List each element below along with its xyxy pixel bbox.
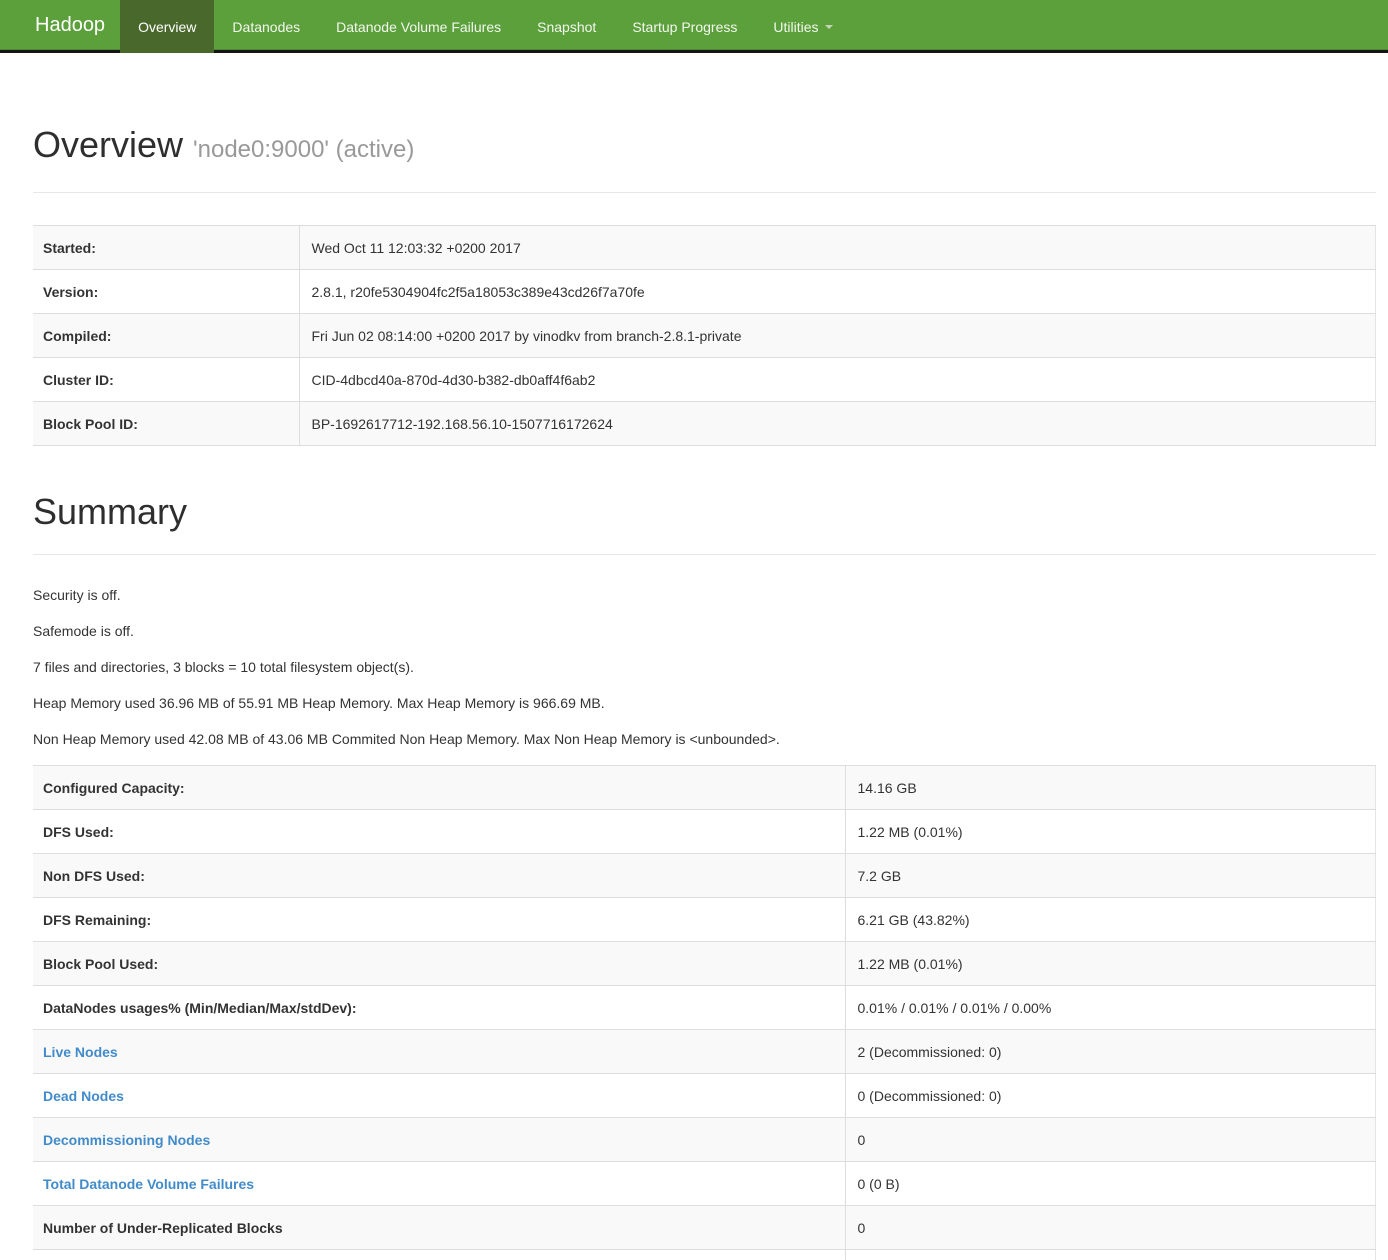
row-live-nodes-value: 2 (Decommissioned: 0) <box>845 1030 1376 1074</box>
row-started: Started: Wed Oct 11 12:03:32 +0200 2017 <box>33 226 1376 270</box>
row-compiled-label: Compiled: <box>33 314 299 358</box>
nav-item-datanode-volume-failures-label: Datanode Volume Failures <box>336 2 501 52</box>
row-block-pool-used: Block Pool Used: 1.22 MB (0.01%) <box>33 942 1376 986</box>
row-started-value: Wed Oct 11 12:03:32 +0200 2017 <box>299 226 1376 270</box>
nav-item-overview-label: Overview <box>138 2 196 52</box>
row-block-pool-id-label: Block Pool ID: <box>33 402 299 446</box>
row-compiled-value: Fri Jun 02 08:14:00 +0200 2017 by vinodk… <box>299 314 1376 358</box>
row-configured-capacity: Configured Capacity: 14.16 GB <box>33 766 1376 810</box>
summary-stats-table: Configured Capacity: 14.16 GB DFS Used: … <box>33 765 1376 1260</box>
nav-item-utilities-label: Utilities <box>773 2 818 52</box>
overview-header: Overview 'node0:9000' (active) <box>33 125 1376 193</box>
row-cluster-id-label: Cluster ID: <box>33 358 299 402</box>
filesystem-objects-text: 7 files and directories, 3 blocks = 10 t… <box>33 657 1376 677</box>
nav-item-startup-progress-label: Startup Progress <box>632 2 737 52</box>
nav-item-datanodes-label: Datanodes <box>232 2 300 52</box>
row-dead-nodes-value: 0 (Decommissioned: 0) <box>845 1074 1376 1118</box>
row-cluster-id-value: CID-4dbcd40a-870d-4d30-b382-db0aff4f6ab2 <box>299 358 1376 402</box>
row-decommissioning-nodes: Decommissioning Nodes 0 <box>33 1118 1376 1162</box>
navbar-menu: Overview Datanodes Datanode Volume Failu… <box>120 0 850 50</box>
row-dfs-remaining-value: 6.21 GB (43.82%) <box>845 898 1376 942</box>
row-live-nodes: Live Nodes 2 (Decommissioned: 0) <box>33 1030 1376 1074</box>
navbar: Hadoop Overview Datanodes Datanode Volum… <box>0 0 1388 53</box>
row-datanode-usages: DataNodes usages% (Min/Median/Max/stdDev… <box>33 986 1376 1030</box>
row-block-pool-id-value: BP-1692617712-192.168.56.10-150771617262… <box>299 402 1376 446</box>
row-non-dfs-used-value: 7.2 GB <box>845 854 1376 898</box>
row-block-pool-id: Block Pool ID: BP-1692617712-192.168.56.… <box>33 402 1376 446</box>
overview-info-table: Started: Wed Oct 11 12:03:32 +0200 2017 … <box>33 225 1376 446</box>
row-dfs-remaining: DFS Remaining: 6.21 GB (43.82%) <box>33 898 1376 942</box>
heap-memory-text: Heap Memory used 36.96 MB of 55.91 MB He… <box>33 693 1376 713</box>
row-configured-capacity-label: Configured Capacity: <box>33 766 845 810</box>
row-version-value: 2.8.1, r20fe5304904fc2f5a18053c389e43cd2… <box>299 270 1376 314</box>
row-blocks-pending-deletion-label: Number of Blocks Pending Deletion <box>33 1250 845 1260</box>
row-under-replicated-blocks-value: 0 <box>845 1206 1376 1250</box>
row-non-dfs-used-label: Non DFS Used: <box>33 854 845 898</box>
row-dfs-remaining-label: DFS Remaining: <box>33 898 845 942</box>
page-content: Overview 'node0:9000' (active) Started: … <box>33 125 1376 1260</box>
row-volume-failures: Total Datanode Volume Failures 0 (0 B) <box>33 1162 1376 1206</box>
total-datanode-volume-failures-link[interactable]: Total Datanode Volume Failures <box>43 1176 254 1192</box>
row-non-dfs-used: Non DFS Used: 7.2 GB <box>33 854 1376 898</box>
nav-item-snapshot[interactable]: Snapshot <box>519 0 614 53</box>
nav-item-snapshot-label: Snapshot <box>537 2 596 52</box>
live-nodes-link[interactable]: Live Nodes <box>43 1044 118 1060</box>
overview-title: Overview 'node0:9000' (active) <box>33 125 1376 170</box>
dead-nodes-link[interactable]: Dead Nodes <box>43 1088 124 1104</box>
row-dead-nodes: Dead Nodes 0 (Decommissioned: 0) <box>33 1074 1376 1118</box>
nav-item-datanode-volume-failures[interactable]: Datanode Volume Failures <box>318 0 519 53</box>
row-version: Version: 2.8.1, r20fe5304904fc2f5a18053c… <box>33 270 1376 314</box>
row-version-label: Version: <box>33 270 299 314</box>
decommissioning-nodes-link[interactable]: Decommissioning Nodes <box>43 1132 210 1148</box>
security-status-text: Security is off. <box>33 585 1376 605</box>
nav-item-datanodes[interactable]: Datanodes <box>214 0 318 53</box>
row-dfs-used-value: 1.22 MB (0.01%) <box>845 810 1376 854</box>
summary-header: Summary <box>33 492 1376 555</box>
non-heap-memory-text: Non Heap Memory used 42.08 MB of 43.06 M… <box>33 729 1376 749</box>
row-volume-failures-value: 0 (0 B) <box>845 1162 1376 1206</box>
safemode-status-text: Safemode is off. <box>33 621 1376 641</box>
chevron-down-icon <box>825 25 833 29</box>
nav-item-utilities[interactable]: Utilities <box>755 0 850 53</box>
nav-item-overview[interactable]: Overview <box>120 0 214 53</box>
navbar-brand[interactable]: Hadoop <box>20 0 120 50</box>
row-under-replicated-blocks: Number of Under-Replicated Blocks 0 <box>33 1206 1376 1250</box>
nav-item-startup-progress[interactable]: Startup Progress <box>614 0 755 53</box>
overview-subtitle: 'node0:9000' (active) <box>193 136 414 163</box>
summary-notes: Security is off. Safemode is off. 7 file… <box>33 585 1376 749</box>
row-under-replicated-blocks-label: Number of Under-Replicated Blocks <box>33 1206 845 1250</box>
row-started-label: Started: <box>33 226 299 270</box>
row-decommissioning-nodes-value: 0 <box>845 1118 1376 1162</box>
row-dfs-used-label: DFS Used: <box>33 810 845 854</box>
overview-title-text: Overview <box>33 124 183 165</box>
row-cluster-id: Cluster ID: CID-4dbcd40a-870d-4d30-b382-… <box>33 358 1376 402</box>
row-dfs-used: DFS Used: 1.22 MB (0.01%) <box>33 810 1376 854</box>
row-block-pool-used-value: 1.22 MB (0.01%) <box>845 942 1376 986</box>
row-blocks-pending-deletion-value: 0 <box>845 1250 1376 1260</box>
row-datanode-usages-value: 0.01% / 0.01% / 0.01% / 0.00% <box>845 986 1376 1030</box>
row-datanode-usages-label: DataNodes usages% (Min/Median/Max/stdDev… <box>33 986 845 1030</box>
row-compiled: Compiled: Fri Jun 02 08:14:00 +0200 2017… <box>33 314 1376 358</box>
row-blocks-pending-deletion: Number of Blocks Pending Deletion 0 <box>33 1250 1376 1260</box>
row-configured-capacity-value: 14.16 GB <box>845 766 1376 810</box>
summary-title: Summary <box>33 492 1376 532</box>
row-block-pool-used-label: Block Pool Used: <box>33 942 845 986</box>
